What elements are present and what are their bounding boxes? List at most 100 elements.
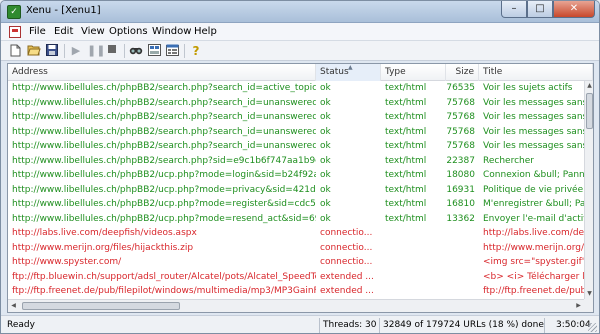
status-threads: Threads: 30 — [323, 320, 377, 330]
status-time: 3:50:04 — [556, 320, 591, 330]
stop-icon[interactable] — [105, 44, 119, 58]
table-row[interactable]: http://labs.live.com/deepfish/videos.asp… — [8, 226, 584, 241]
table-row[interactable]: http://www.libellules.ch/phpBB2/search.p… — [8, 139, 584, 154]
cell-size: 18080 — [446, 170, 475, 180]
cell-type: text/html — [385, 83, 427, 93]
cell-title: ftp://ftp.freenet.de/pub/filepilot/windo… — [483, 286, 584, 296]
cell-address: http://www.libellules.ch/phpBB2/search.p… — [12, 155, 316, 166]
cell-address: http://www.libellules.ch/phpBB2/ucp.php?… — [12, 184, 316, 195]
cell-status: connectio... — [320, 257, 373, 267]
table-row[interactable]: http://www.merijn.org/files/hijackthis.z… — [8, 241, 584, 256]
cell-size: 76535 — [446, 83, 475, 93]
table-row[interactable]: http://www.libellules.ch/phpBB2/ucp.php?… — [8, 168, 584, 183]
cell-title: Voir les messages sans réponses — [483, 126, 584, 137]
table-row[interactable]: http://www.libellules.ch/phpBB2/search.p… — [8, 125, 584, 140]
cell-title: <b> <i> Télécharger le pilote — [483, 271, 584, 282]
window-title: Xenu - [Xenu1] — [26, 5, 101, 16]
table-row[interactable]: http://www.libellules.ch/phpBB2/search.p… — [8, 110, 584, 125]
table-row[interactable]: http://www.libellules.ch/phpBB2/search.p… — [8, 96, 584, 111]
toolbar: ▶ ❚❚ ? — [1, 41, 599, 61]
scroll-right-icon[interactable]: ▶ — [574, 301, 583, 311]
menu-view[interactable]: View — [81, 26, 105, 37]
cell-title: <img src="spyster.gif" width="88" — [483, 257, 584, 267]
new-icon[interactable] — [9, 44, 23, 58]
cell-status: ok — [320, 126, 331, 137]
close-button[interactable]: ✕ — [553, 1, 595, 18]
title-bar[interactable]: ✓ Xenu - [Xenu1] – □ ✕ — [1, 1, 599, 23]
scroll-corner — [584, 299, 593, 312]
list-rows: http://www.libellules.ch/phpBB2/search.p… — [8, 81, 584, 299]
horizontal-scrollbar[interactable]: ◀ ▶ — [8, 299, 584, 312]
cell-title: M'enregistrer &bull; Panneau de contrôle — [483, 199, 584, 209]
xenu-app-icon[interactable]: ✓ — [7, 5, 21, 19]
cell-size: 16810 — [446, 199, 475, 209]
link-list-view[interactable]: Address Status ▲ Type Size Title http://… — [7, 63, 594, 313]
table-row[interactable]: ftp://ftp.freenet.de/pub/filepilot/windo… — [8, 284, 584, 299]
cell-type: text/html — [385, 97, 427, 108]
table-row[interactable]: http://www.libellules.ch/phpBB2/search.p… — [8, 154, 584, 169]
cell-type: text/html — [385, 155, 427, 166]
cell-type: text/html — [385, 184, 427, 195]
cell-status: ok — [320, 170, 331, 180]
horizontal-scroll-thumb[interactable] — [22, 302, 180, 310]
cell-title: Politique de vie privée &bull; — [483, 184, 584, 195]
cell-type: text/html — [385, 213, 427, 224]
cell-address: ftp://ftp.bluewin.ch/support/adsl_router… — [12, 271, 316, 282]
cell-size: 75768 — [446, 97, 475, 108]
menu-window[interactable]: Window — [152, 26, 191, 37]
play-icon[interactable]: ▶ — [69, 44, 83, 58]
table-row[interactable]: http://www.libellules.ch/phpBB2/ucp.php?… — [8, 197, 584, 212]
table-row[interactable]: http://www.spyster.com/connectio... <img … — [8, 255, 584, 270]
cell-address: http://www.libellules.ch/phpBB2/ucp.php?… — [12, 170, 316, 180]
cell-status: ok — [320, 184, 331, 195]
export-icon[interactable] — [147, 44, 161, 58]
status-bar: Ready Threads: 30 32849 of 179724 URLs (… — [1, 315, 599, 333]
cell-address: http://www.libellules.ch/phpBB2/search.p… — [12, 112, 316, 122]
list-header: Address Status ▲ Type Size Title — [8, 64, 593, 81]
properties-icon[interactable] — [165, 44, 179, 58]
xenu-window: ✓ Xenu - [Xenu1] – □ ✕ File Edit View Op… — [0, 0, 600, 334]
column-size[interactable]: Size — [446, 64, 479, 81]
cell-status: ok — [320, 155, 331, 166]
table-row[interactable]: http://www.libellules.ch/phpBB2/ucp.php?… — [8, 183, 584, 198]
column-type[interactable]: Type — [381, 64, 446, 81]
table-row[interactable]: http://www.libellules.ch/phpBB2/search.p… — [8, 81, 584, 96]
cell-address: http://www.libellules.ch/phpBB2/search.p… — [12, 141, 316, 151]
cell-size: 75768 — [446, 126, 475, 137]
window-controls: – □ ✕ — [501, 1, 595, 19]
cell-type: text/html — [385, 199, 427, 209]
document-menu-icon[interactable] — [9, 26, 21, 38]
scroll-left-icon[interactable]: ◀ — [9, 301, 18, 311]
cell-type: text/html — [385, 126, 427, 137]
open-icon[interactable] — [27, 44, 41, 58]
toolbar-separator — [184, 44, 185, 58]
vertical-scrollbar[interactable]: ▲ ▼ — [584, 81, 593, 299]
cell-address: http://www.libellules.ch/phpBB2/ucp.php?… — [12, 213, 316, 224]
cell-size: 22387 — [446, 155, 475, 166]
vertical-scroll-thumb[interactable] — [586, 93, 593, 129]
column-title[interactable]: Title — [479, 64, 593, 81]
cell-address: http://www.libellules.ch/phpBB2/search.p… — [12, 83, 316, 93]
menu-help[interactable]: Help — [194, 26, 217, 37]
scroll-up-icon[interactable]: ▲ — [585, 81, 593, 91]
save-icon[interactable] — [45, 44, 59, 58]
table-row[interactable]: ftp://ftp.bluewin.ch/support/adsl_router… — [8, 270, 584, 285]
column-address[interactable]: Address — [8, 64, 316, 81]
scroll-down-icon[interactable]: ▼ — [585, 289, 593, 299]
menu-options[interactable]: Options — [109, 26, 148, 37]
cell-status: ok — [320, 199, 331, 209]
menu-file[interactable]: File — [29, 26, 46, 37]
status-separator — [379, 318, 380, 333]
help-icon[interactable]: ? — [189, 44, 203, 58]
cell-title: Envoyer l'e-mail d'activation — [483, 213, 584, 224]
menu-edit[interactable]: Edit — [54, 26, 73, 37]
resize-grip-icon[interactable] — [588, 323, 597, 332]
cell-size: 75768 — [446, 112, 475, 122]
cell-address: http://www.libellules.ch/phpBB2/search.p… — [12, 97, 316, 108]
table-row[interactable]: http://www.libellules.ch/phpBB2/ucp.php?… — [8, 212, 584, 227]
find-icon[interactable] — [129, 44, 143, 58]
status-state: Ready — [7, 320, 35, 330]
maximize-button[interactable]: □ — [527, 1, 553, 18]
pause-icon[interactable]: ❚❚ — [87, 44, 105, 58]
minimize-button[interactable]: – — [501, 1, 527, 18]
